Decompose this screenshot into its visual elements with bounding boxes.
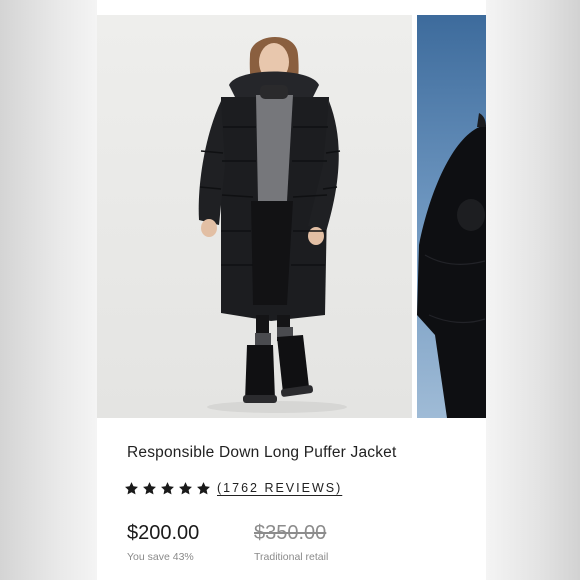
star-rating xyxy=(124,481,214,496)
sale-price: $200.00 xyxy=(127,522,200,544)
product-photo-next-partial[interactable] xyxy=(417,15,486,418)
original-price: $350.00 xyxy=(254,522,327,544)
product-photo-main[interactable] xyxy=(97,15,412,418)
product-title[interactable]: Responsible Down Long Puffer Jacket xyxy=(127,444,397,462)
second-photo-black-coat-image xyxy=(417,113,486,418)
savings-label: You save 43% xyxy=(127,551,194,563)
star-icon xyxy=(197,481,210,494)
product-rating[interactable]: (1762 REVIEWS) xyxy=(124,479,342,497)
blurred-backdrop-right xyxy=(486,0,580,580)
star-icon xyxy=(125,481,138,494)
reviews-link[interactable]: (1762 REVIEWS) xyxy=(217,481,342,495)
original-price-label: Traditional retail xyxy=(254,551,329,563)
product-image-carousel[interactable] xyxy=(97,15,486,418)
star-icon xyxy=(143,481,156,494)
blurred-backdrop-left xyxy=(0,0,97,580)
star-icon xyxy=(179,481,192,494)
star-icon xyxy=(161,481,174,494)
model-in-puffer-coat-image xyxy=(97,15,412,418)
product-card: Responsible Down Long Puffer Jacket (176… xyxy=(97,0,486,580)
